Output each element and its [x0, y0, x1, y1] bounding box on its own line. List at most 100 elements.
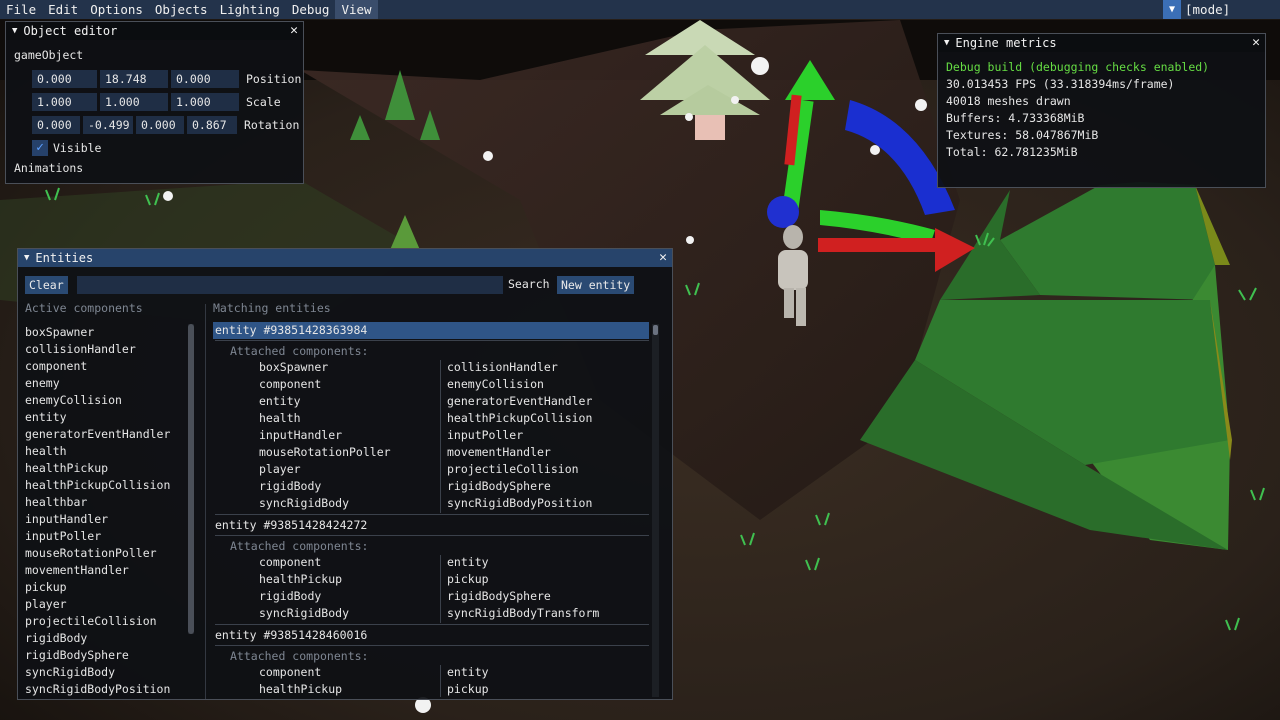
list-item[interactable]: boxSpawner — [25, 324, 190, 341]
entity-header[interactable]: entity #93851428460016 — [213, 627, 649, 644]
object-name: gameObject — [14, 48, 84, 62]
textures-text: Textures: 58.047867MiB — [946, 128, 1099, 142]
list-item[interactable]: inputHandler — [25, 511, 190, 528]
component-item: component — [259, 665, 322, 679]
metrics-titlebar[interactable]: ▼ Engine metrics ✕ — [938, 34, 1265, 52]
list-item[interactable]: healthPickup — [25, 460, 190, 477]
matching-entities-scrollbar[interactable] — [652, 324, 659, 697]
list-item[interactable]: generatorEventHandler — [25, 426, 190, 443]
component-item: boxSpawner — [259, 360, 329, 374]
menu-view[interactable]: View — [335, 0, 378, 19]
collapse-triangle-icon[interactable]: ▼ — [24, 249, 29, 267]
rotation-z-field[interactable]: 0.000 — [136, 116, 184, 134]
list-item[interactable]: collisionHandler — [25, 341, 190, 358]
list-item[interactable]: syncRigidBody — [25, 664, 190, 681]
component-item: syncRigidBodyTransform — [447, 606, 600, 620]
list-item[interactable]: projectileCollision — [25, 613, 190, 630]
meshes-text: 40018 meshes drawn — [946, 94, 1071, 108]
list-item[interactable]: rigidBody — [25, 630, 190, 647]
total-text: Total: 62.781235MiB — [946, 145, 1078, 159]
component-item: rigidBody — [259, 479, 322, 493]
component-item: pickup — [447, 572, 489, 586]
component-item: healthPickup — [259, 682, 343, 696]
collapse-triangle-icon[interactable]: ▼ — [944, 34, 949, 52]
separator — [215, 340, 649, 341]
rotation-y-field[interactable]: -0.499 — [83, 116, 133, 134]
visible-checkbox[interactable]: ✓ — [32, 140, 48, 156]
collapse-triangle-icon[interactable]: ▼ — [12, 22, 17, 40]
list-item[interactable]: rigidBodySphere — [25, 647, 190, 664]
list-item[interactable]: movementHandler — [25, 562, 190, 579]
separator — [215, 645, 649, 646]
rotation-x-field[interactable]: 0.000 — [32, 116, 80, 134]
component-column-divider — [440, 360, 441, 513]
entity-header[interactable]: entity #93851428363984 — [213, 322, 649, 339]
component-item: syncRigidBody — [259, 496, 350, 510]
close-icon[interactable]: ✕ — [1252, 34, 1260, 52]
list-item[interactable]: health — [25, 443, 190, 460]
scale-label: Scale — [246, 95, 281, 109]
list-item[interactable]: syncRigidBodyPosition — [25, 681, 190, 698]
list-item[interactable]: enemy — [25, 375, 190, 392]
component-item: movementHandler — [447, 445, 551, 459]
component-item: inputPoller — [447, 428, 524, 442]
new-entity-button[interactable]: New entity — [557, 276, 635, 294]
menu-lighting[interactable]: Lighting — [214, 0, 286, 19]
entities-titlebar[interactable]: ▼ Entities ✕ — [18, 249, 672, 267]
clear-button[interactable]: Clear — [25, 276, 68, 294]
menu-objects[interactable]: Objects — [149, 0, 214, 19]
search-input[interactable] — [77, 276, 503, 294]
rotation-row: 0.000 -0.499 0.000 0.867 Rotation — [32, 116, 299, 134]
entity-header[interactable]: entity #93851428424272 — [213, 517, 649, 534]
list-item[interactable]: inputPoller — [25, 528, 190, 545]
component-item: syncRigidBody — [259, 606, 350, 620]
close-icon[interactable]: ✕ — [290, 22, 298, 40]
separator — [215, 624, 649, 625]
scale-y-field[interactable]: 1.000 — [100, 93, 168, 111]
menu-edit[interactable]: Edit — [42, 0, 84, 19]
component-item: pickup — [447, 682, 489, 696]
rotation-w-field[interactable]: 0.867 — [187, 116, 237, 134]
dropdown-arrow-icon[interactable]: ▼ — [1163, 0, 1181, 19]
component-item: collisionHandler — [447, 360, 558, 374]
menu-options[interactable]: Options — [84, 0, 149, 19]
object-editor-title: Object editor — [23, 24, 118, 38]
list-item[interactable]: player — [25, 596, 190, 613]
menu-file[interactable]: File — [0, 0, 42, 19]
list-item[interactable]: enemyCollision — [25, 392, 190, 409]
list-item[interactable]: component — [25, 358, 190, 375]
component-item: entity — [447, 665, 489, 679]
scrollbar-thumb[interactable] — [653, 325, 658, 335]
attached-components-label: Attached components: — [230, 539, 369, 553]
column-divider[interactable] — [205, 304, 206, 699]
active-components-scrollbar[interactable] — [188, 324, 194, 634]
list-item[interactable]: mouseRotationPoller — [25, 545, 190, 562]
component-item: syncRigidBodyPosition — [447, 496, 593, 510]
active-components-list: boxSpawner collisionHandler component en… — [25, 324, 190, 698]
component-item: rigidBodySphere — [447, 589, 551, 603]
engine-metrics-window: ▼ Engine metrics ✕ Debug build (debuggin… — [937, 33, 1266, 188]
close-icon[interactable]: ✕ — [659, 249, 667, 267]
object-editor-titlebar[interactable]: ▼ Object editor ✕ — [6, 22, 303, 40]
animations-header[interactable]: Animations — [14, 161, 83, 175]
component-item: health — [259, 411, 301, 425]
mode-selector[interactable]: ▼ [mode] — [1163, 0, 1230, 19]
list-item[interactable]: entity — [25, 409, 190, 426]
list-item[interactable]: pickup — [25, 579, 190, 596]
scrollbar-thumb[interactable] — [188, 324, 194, 634]
list-item[interactable]: healthbar — [25, 494, 190, 511]
fps-text: 30.013453 FPS (33.318394ms/frame) — [946, 77, 1175, 91]
matching-entities-header: Matching entities — [213, 301, 331, 315]
component-item: projectileCollision — [447, 462, 579, 476]
scale-row: 1.000 1.000 1.000 Scale — [32, 93, 281, 111]
component-item: rigidBodySphere — [447, 479, 551, 493]
scale-x-field[interactable]: 1.000 — [32, 93, 97, 111]
component-item: inputHandler — [259, 428, 343, 442]
position-y-field[interactable]: 18.748 — [100, 70, 168, 88]
separator — [215, 514, 649, 515]
menu-debug[interactable]: Debug — [286, 0, 336, 19]
list-item[interactable]: healthPickupCollision — [25, 477, 190, 494]
position-x-field[interactable]: 0.000 — [32, 70, 97, 88]
position-z-field[interactable]: 0.000 — [171, 70, 239, 88]
scale-z-field[interactable]: 1.000 — [171, 93, 239, 111]
